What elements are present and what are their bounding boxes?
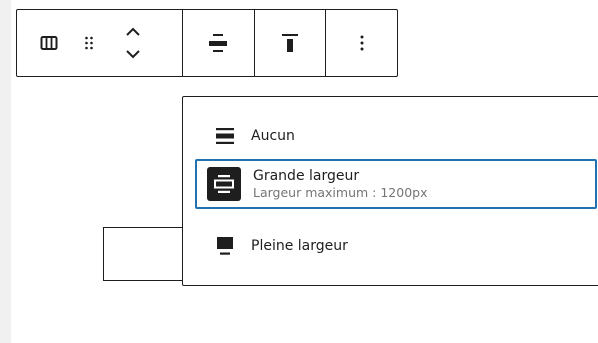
menu-item-label: Grande largeur — [253, 168, 360, 184]
columns-icon — [40, 36, 58, 50]
menu-item-wide[interactable]: Grande largeur Largeur maximum : 1200px — [195, 159, 597, 209]
toolbar-group-align — [182, 10, 254, 76]
toolbar-group-block — [17, 10, 182, 76]
align-top-icon — [282, 34, 299, 52]
alignment-dropdown: Aucun Grande largeur Largeur maximum : 1… — [182, 96, 598, 286]
editor-side-strip — [0, 0, 11, 343]
more-vertical-icon — [360, 35, 364, 51]
toolbar-group-options — [325, 10, 397, 76]
drag-button[interactable] — [71, 19, 107, 67]
move-up-down-icon — [126, 27, 140, 59]
align-wide-icon — [209, 34, 228, 52]
options-button[interactable] — [344, 19, 380, 67]
align-button[interactable] — [200, 19, 236, 67]
toolbar-group-vertical — [253, 10, 326, 76]
menu-item-description: Largeur maximum : 1200px — [253, 185, 428, 200]
align-full-icon — [213, 234, 237, 258]
menu-item-label: Pleine largeur — [251, 238, 348, 254]
menu-item-texts: Grande largeur Largeur maximum : 1200px — [253, 168, 428, 200]
menu-item-label: Aucun — [251, 128, 295, 144]
align-none-icon — [213, 124, 237, 148]
block-toolbar — [16, 9, 398, 77]
drag-handle-icon — [85, 36, 93, 50]
align-wide-icon — [207, 167, 241, 201]
menu-item-none[interactable]: Aucun — [195, 121, 597, 151]
menu-item-full[interactable]: Pleine largeur — [195, 231, 597, 261]
block-type-button[interactable] — [31, 19, 67, 67]
vertical-align-button[interactable] — [272, 19, 308, 67]
move-button[interactable] — [115, 19, 151, 67]
